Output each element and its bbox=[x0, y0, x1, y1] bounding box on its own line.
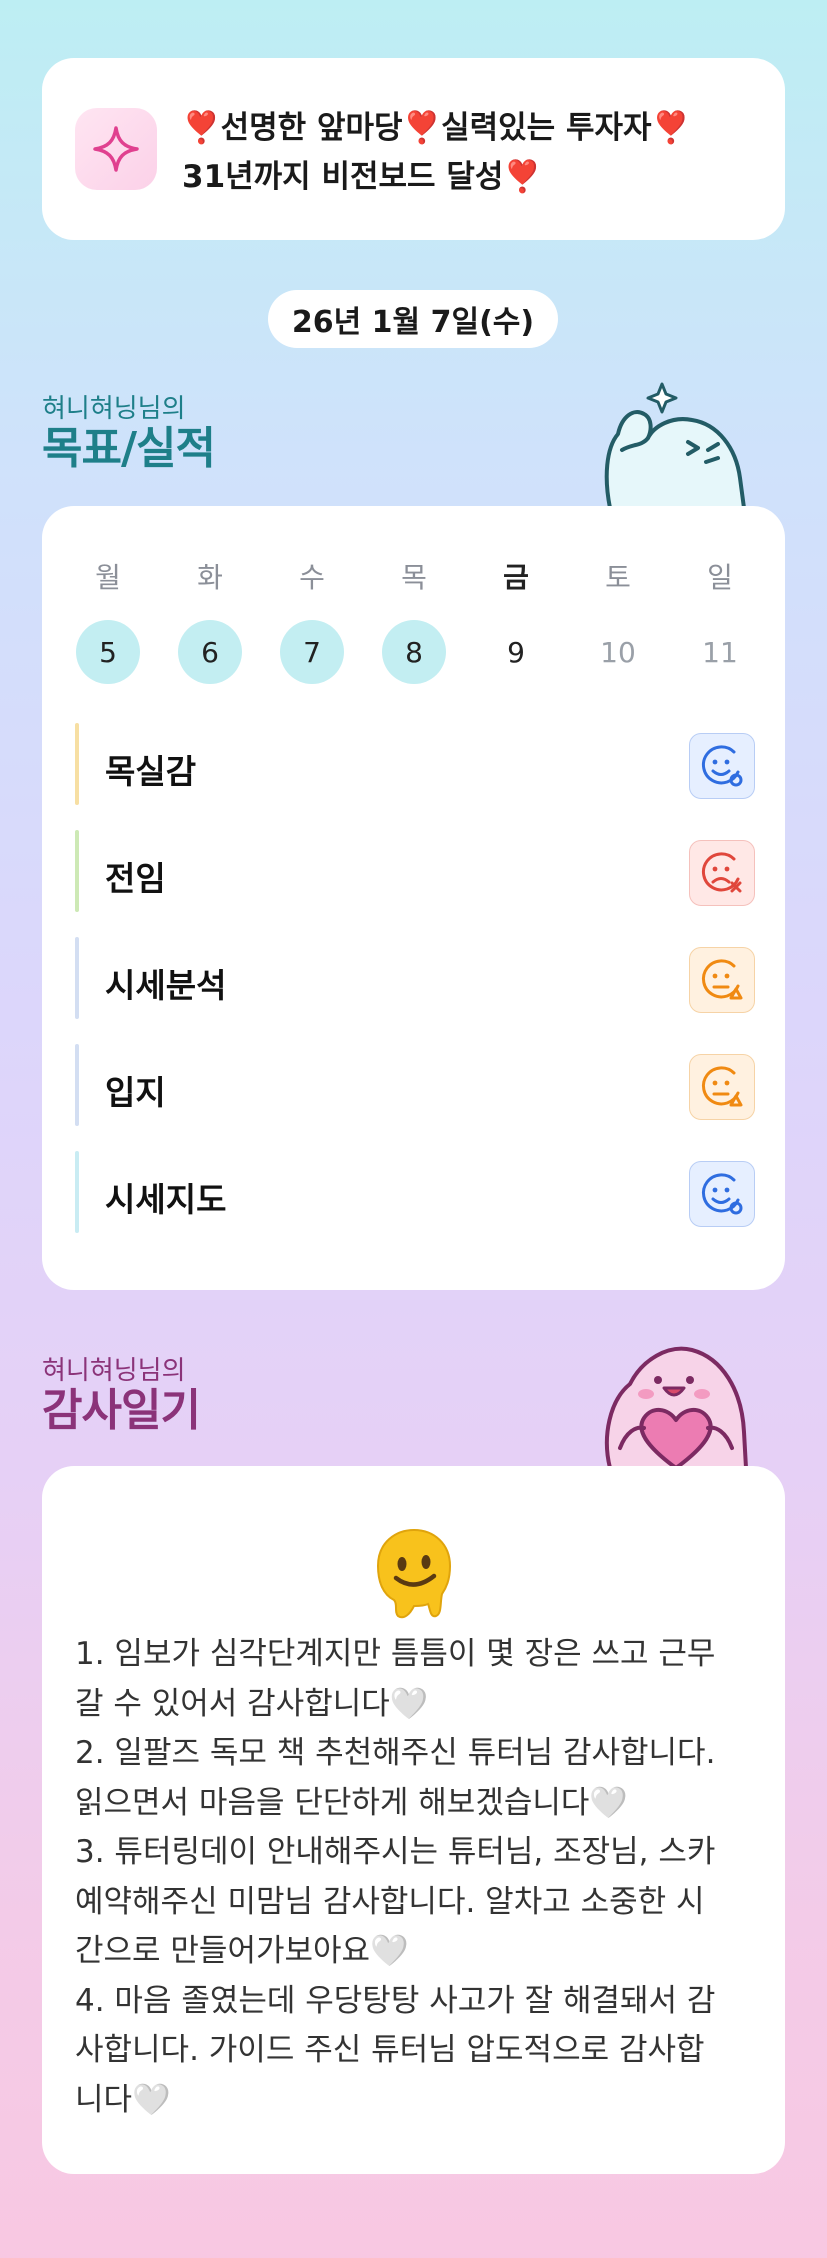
mascot-heart-icon bbox=[605, 1346, 748, 1468]
status-failed-icon[interactable] bbox=[689, 840, 755, 906]
weekday-label: 금 bbox=[503, 561, 529, 594]
gratitude-diary-text: 1. 임보가 심각단계지만 틈틈이 몇 장은 쓰고 근무 갈 수 있어서 감사합… bbox=[75, 1636, 716, 2118]
status-partial-icon[interactable] bbox=[689, 1054, 755, 1120]
vision-goal-card: ❣️선명한 앞마당❣️실력있는 투자자❣️ 31년까지 비전보드 달성❣️ bbox=[42, 58, 785, 240]
calendar-day[interactable]: 수 7 bbox=[280, 558, 344, 684]
status-satisfied-icon[interactable] bbox=[689, 1161, 755, 1227]
calendar-day[interactable]: 목 8 bbox=[382, 558, 446, 684]
gratitude-diary-card: 1. 임보가 심각단계지만 틈틈이 몇 장은 쓰고 근무 갈 수 있어서 감사합… bbox=[42, 1466, 785, 2174]
goal-label: 시세지도 bbox=[105, 1180, 227, 1219]
goal-row[interactable]: 입지 bbox=[75, 1044, 755, 1126]
goal-label: 전임 bbox=[105, 859, 166, 898]
goal-label: 목실감 bbox=[105, 752, 197, 791]
goal-tracker-card: 월 5 화 6 수 7 목 8 금 9 토 10 일 11 목실감 전임 시세분… bbox=[42, 506, 785, 1290]
goal-row[interactable]: 목실감 bbox=[75, 723, 755, 805]
day-number: 11 bbox=[702, 635, 738, 669]
goal-accent-bar bbox=[75, 830, 79, 912]
week-calendar: 월 5 화 6 수 7 목 8 금 9 토 10 일 11 bbox=[76, 558, 756, 688]
day-number: 7 bbox=[280, 620, 344, 684]
goal-accent-bar bbox=[75, 937, 79, 1019]
day-number: 10 bbox=[600, 635, 636, 669]
goal-accent-bar bbox=[75, 723, 79, 805]
status-partial-icon[interactable] bbox=[689, 947, 755, 1013]
goal-section-title: 목표/실적 bbox=[42, 423, 216, 474]
weekday-label: 목 bbox=[401, 561, 427, 594]
diary-section-title: 감사일기 bbox=[42, 1385, 201, 1436]
sparkle-icon bbox=[75, 108, 157, 190]
goal-label: 입지 bbox=[105, 1073, 166, 1112]
day-number: 6 bbox=[178, 620, 242, 684]
goal-row[interactable]: 전임 bbox=[75, 830, 755, 912]
weekday-label: 일 bbox=[707, 561, 733, 594]
weekday-label: 화 bbox=[197, 561, 223, 594]
calendar-day[interactable]: 월 5 bbox=[76, 558, 140, 684]
calendar-day[interactable]: 일 11 bbox=[688, 558, 752, 684]
calendar-day[interactable]: 금 9 bbox=[484, 558, 548, 684]
weekday-label: 월 bbox=[95, 561, 121, 594]
calendar-day[interactable]: 화 6 bbox=[178, 558, 242, 684]
date-label[interactable]: 26년 1월 7일(수) bbox=[268, 290, 558, 348]
goal-row[interactable]: 시세지도 bbox=[75, 1151, 755, 1233]
day-number: 5 bbox=[76, 620, 140, 684]
weekday-label: 토 bbox=[605, 561, 631, 594]
goal-accent-bar bbox=[75, 1044, 79, 1126]
vision-goal-text: ❣️선명한 앞마당❣️실력있는 투자자❣️ 31년까지 비전보드 달성❣️ bbox=[182, 110, 691, 195]
goal-row[interactable]: 시세분석 bbox=[75, 937, 755, 1019]
day-number: 9 bbox=[507, 635, 525, 669]
day-number: 8 bbox=[382, 620, 446, 684]
calendar-day[interactable]: 토 10 bbox=[586, 558, 650, 684]
melting-face-icon bbox=[376, 1528, 452, 1619]
status-satisfied-icon[interactable] bbox=[689, 733, 755, 799]
weekday-label: 수 bbox=[299, 561, 325, 594]
goal-accent-bar bbox=[75, 1151, 79, 1233]
mascot-thumbs-up-icon bbox=[604, 382, 746, 508]
goal-label: 시세분석 bbox=[105, 966, 227, 1005]
